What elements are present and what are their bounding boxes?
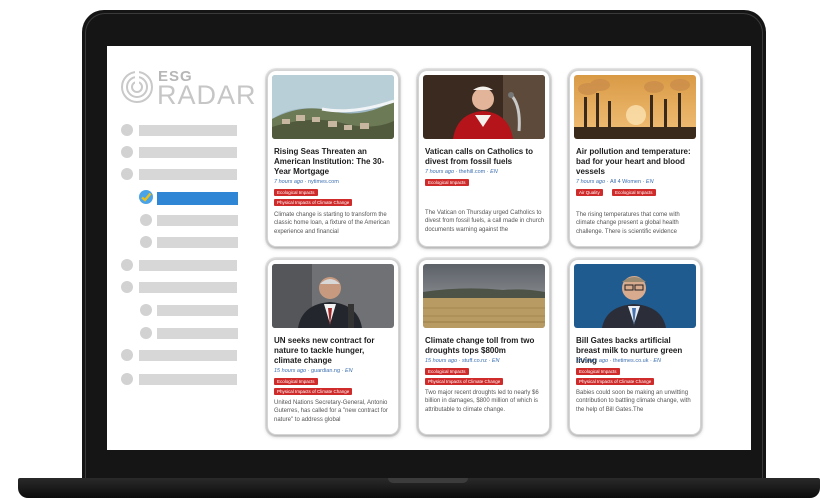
- article-time: 7 hours ago: [425, 169, 455, 175]
- news-card[interactable]: UN seeks new contract for nature to tack…: [267, 259, 399, 435]
- article-snippet: Two major recent droughts led to nearly …: [425, 390, 539, 413]
- article-meta: 7 hours ago · nytimes.com: [274, 179, 339, 185]
- article-meta: 18 hours ago · thetimes.co.uk · EN: [576, 358, 661, 364]
- bullet-icon: [121, 349, 133, 361]
- article-title[interactable]: UN seeks new contract for nature to tack…: [274, 336, 394, 366]
- article-snippet: United Nations Secretary-General, Antoni…: [274, 400, 388, 423]
- article-lang: EN: [645, 179, 654, 185]
- article-meta: 15 hours ago · stuff.co.nz · EN: [425, 358, 500, 364]
- radar-icon: [121, 70, 153, 103]
- factory-smoke-icon: [574, 75, 696, 139]
- tag-badge[interactable]: Ecological Impacts: [274, 378, 318, 385]
- bullet-icon: [140, 214, 152, 226]
- article-source[interactable]: guardian.ng: [311, 368, 340, 374]
- portrait-icon: [574, 264, 696, 328]
- sidebar-item-label: [157, 328, 238, 339]
- bullet-icon: [121, 146, 133, 158]
- tag-badge[interactable]: Ecological Impacts: [425, 368, 469, 375]
- dry-field-icon: [423, 264, 545, 328]
- logo-text-bottom: RADAR: [157, 80, 257, 110]
- sidebar-item-label: [157, 305, 238, 316]
- tag-badge[interactable]: Ecological Impacts: [425, 179, 469, 186]
- bullet-icon: [121, 168, 133, 180]
- article-source[interactable]: stuff.co.nz: [462, 358, 487, 364]
- sidebar-item-label: [139, 260, 237, 271]
- article-time: 7 hours ago: [274, 179, 304, 185]
- news-card[interactable]: Climate change toll from two droughts to…: [418, 259, 550, 435]
- laptop-base: [18, 478, 820, 498]
- article-source[interactable]: thehill.com: [459, 169, 485, 175]
- sidebar-item-label: [157, 192, 238, 205]
- bullet-icon: [121, 124, 133, 136]
- article-time: 15 hours ago: [274, 368, 307, 374]
- article-source[interactable]: All 4 Women: [610, 179, 641, 185]
- news-card[interactable]: Bill Gates backs artificial breast milk …: [569, 259, 701, 435]
- sidebar-item-label: [157, 237, 238, 248]
- sidebar-item-label: [139, 350, 237, 361]
- bullet-icon: [140, 304, 152, 316]
- esg-radar-logo[interactable]: ESG RADAR: [120, 68, 256, 110]
- article-lang: EN: [344, 368, 353, 374]
- article-lang: EN: [491, 358, 500, 364]
- sidebar-item-label: [139, 125, 237, 136]
- tag-badge[interactable]: Ecological Impacts: [576, 368, 620, 375]
- sidebar-item-label: [139, 147, 237, 158]
- tag-badge[interactable]: Physical Impacts of Climate Change: [425, 378, 504, 385]
- tag-badge[interactable]: Ecological Impacts: [612, 189, 656, 196]
- tag-badge[interactable]: Air Quality: [576, 189, 603, 196]
- article-meta: 7 hours ago · thehill.com · EN: [425, 169, 498, 175]
- check-badge-icon: [139, 190, 153, 204]
- article-time: 7 hours ago: [576, 179, 606, 185]
- coast-houses-icon: [272, 75, 394, 139]
- article-lang: EN: [653, 358, 661, 364]
- bullet-icon: [121, 373, 133, 385]
- tag-badge[interactable]: Physical Impacts of Climate Change: [576, 378, 655, 385]
- article-source[interactable]: nytimes.com: [308, 179, 339, 185]
- trackpad-notch: [388, 478, 468, 483]
- bullet-icon: [121, 259, 133, 271]
- bullet-icon: [140, 236, 152, 248]
- sidebar-item-label: [139, 282, 237, 293]
- news-card[interactable]: Air pollution and temperature: bad for y…: [569, 70, 701, 247]
- tag-badge[interactable]: Ecological Impacts: [274, 189, 318, 196]
- article-lang: EN: [490, 169, 498, 175]
- speaker-icon: [272, 264, 394, 328]
- article-title[interactable]: Climate change toll from two droughts to…: [425, 336, 545, 356]
- article-snippet: The rising temperatures that come with c…: [576, 212, 680, 235]
- bullet-icon: [121, 281, 133, 293]
- bullet-icon: [140, 327, 152, 339]
- sidebar-item-label: [139, 374, 237, 385]
- news-card[interactable]: Vatican calls on Catholics to divest fro…: [418, 70, 550, 247]
- article-source[interactable]: thetimes.co.uk: [613, 358, 648, 364]
- screen: ESG RADAR Rising Seas Threaten an Americ…: [107, 46, 751, 450]
- news-card[interactable]: Rising Seas Threaten an American Institu…: [267, 70, 399, 247]
- article-snippet: The Vatican on Thursday urged Catholics …: [425, 210, 545, 233]
- article-time: 18 hours ago: [576, 358, 609, 364]
- article-snippet: Climate change is starting to transform …: [274, 212, 390, 235]
- article-title[interactable]: Rising Seas Threaten an American Institu…: [274, 147, 394, 177]
- article-time: 15 hours ago: [425, 358, 458, 364]
- article-title[interactable]: Air pollution and temperature: bad for y…: [576, 147, 696, 177]
- pope-icon: [423, 75, 545, 139]
- sidebar-item-label: [157, 215, 238, 226]
- article-title[interactable]: Vatican calls on Catholics to divest fro…: [425, 147, 545, 167]
- sidebar-item-label: [139, 169, 237, 180]
- article-meta: 7 hours ago · All 4 Women · EN: [576, 179, 654, 185]
- article-meta: 15 hours ago · guardian.ng · EN: [274, 368, 353, 374]
- article-snippet: Babies could soon be making an unwitting…: [576, 390, 691, 413]
- tag-badge[interactable]: Physical Impacts of Climate Change: [274, 388, 353, 395]
- tag-badge[interactable]: Physical Impacts of Climate Change: [274, 199, 353, 206]
